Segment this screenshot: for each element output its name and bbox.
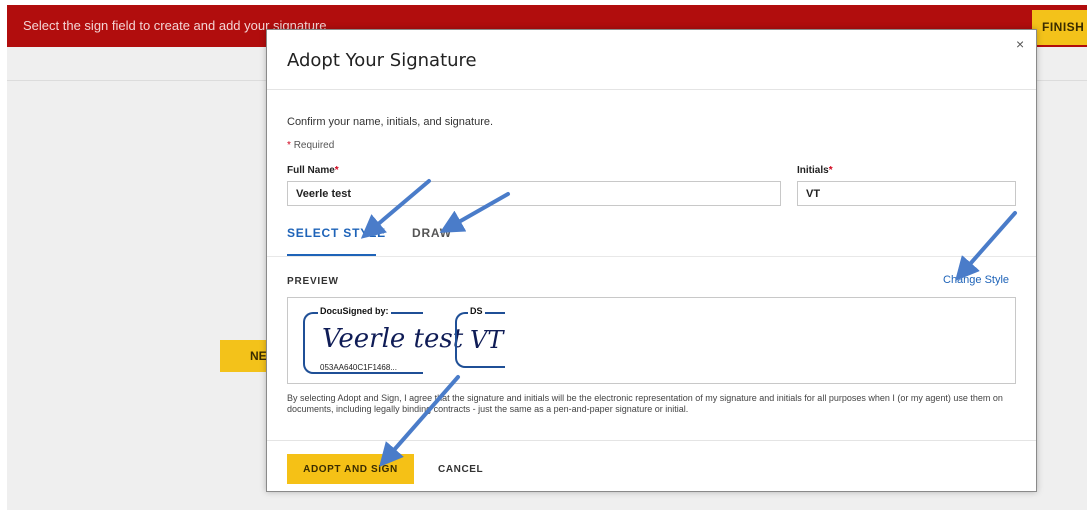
required-note: * Required [287,140,334,151]
preview-label: PREVIEW [287,276,339,287]
signature-script: Veerle test [322,324,464,354]
initials-input[interactable] [797,181,1016,206]
adopt-signature-dialog: Adopt Your Signature × Confirm your name… [266,29,1037,492]
envelope-id: 053AA640C1F1468... [318,363,399,372]
full-name-label: Full Name* [287,165,339,176]
docusigned-by-label: DocuSigned by: [318,306,391,316]
initials-label-text: Initials [797,165,829,176]
close-icon[interactable]: × [1016,36,1024,52]
legal-disclosure: By selecting Adopt and Sign, I agree tha… [287,393,1003,414]
dialog-title: Adopt Your Signature [287,50,477,71]
full-name-required-star: * [334,165,339,176]
initials-script: VT [470,326,504,354]
tabs-divider [267,256,1036,257]
footer-divider [267,440,1036,441]
full-name-label-text: Full Name [287,165,335,176]
adopt-and-sign-button[interactable]: ADOPT AND SIGN [287,454,414,484]
dialog-instructions: Confirm your name, initials, and signatu… [287,116,494,128]
header-divider [267,89,1036,90]
tab-select-style[interactable]: SELECT STYLE [287,226,386,240]
required-text: Required [293,140,335,151]
initials-required-star: * [828,165,833,176]
full-name-input[interactable] [287,181,781,206]
cancel-button[interactable]: CANCEL [432,454,492,484]
tab-draw[interactable]: DRAW [412,226,452,240]
required-star: * [287,140,291,151]
ds-label: DS [468,306,485,316]
initials-label: Initials* [797,165,833,176]
change-style-link[interactable]: Change Style [943,274,1009,286]
signature-preview-box: DocuSigned by: Veerle test 053AA640C1F14… [287,297,1016,384]
finish-button[interactable]: FINISH [1032,10,1087,45]
